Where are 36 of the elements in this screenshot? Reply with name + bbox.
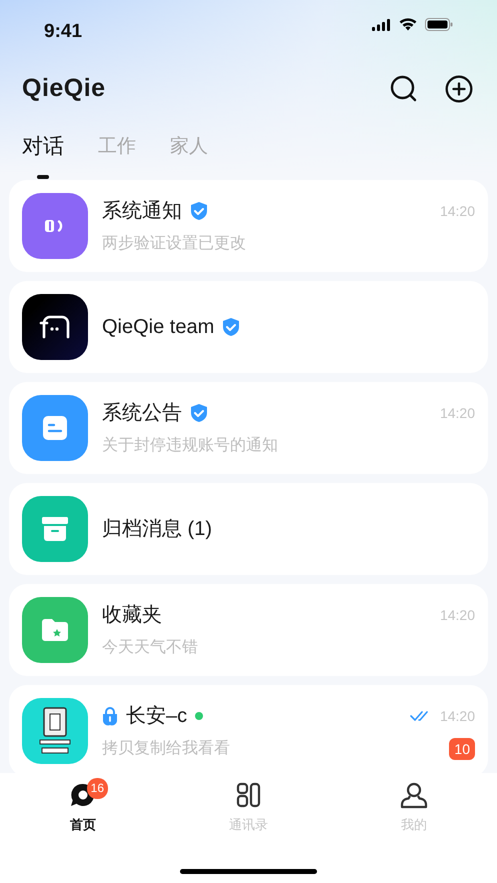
app-logo: QieQie	[22, 73, 106, 104]
conversation-card[interactable]: QieQie team	[9, 281, 488, 373]
message-time: 14:20	[440, 606, 475, 624]
folder-icon	[40, 617, 70, 643]
conversation-title: QieQie team	[102, 315, 214, 340]
document-icon	[42, 415, 68, 441]
status-time: 9:41	[44, 20, 82, 44]
chat-bubble-icon	[39, 315, 71, 339]
conversation-card[interactable]: 长安–c 14:20 拷贝复制给我看看 10	[9, 685, 488, 773]
tab[interactable]: 对话	[22, 124, 64, 180]
badge-count: 16	[86, 778, 108, 799]
conversation-card[interactable]: 系统通知 14:20 两步验证设置已更改	[9, 180, 488, 272]
conversation-title: 收藏夹	[102, 603, 162, 628]
conversation-title: 长安–c	[126, 704, 188, 729]
unread-count: 10	[449, 738, 475, 760]
message-preview: 关于封停违规账号的通知	[102, 436, 278, 456]
conversation-title: 归档消息 (1)	[102, 517, 212, 542]
person-icon	[399, 781, 430, 809]
archive-box-icon	[40, 515, 70, 543]
conversation-title: 系统通知	[102, 199, 182, 224]
search-icon[interactable]	[390, 75, 418, 103]
message-preview: 今天天气不错	[102, 638, 198, 658]
conversation-card[interactable]: 收藏夹 14:20 今天天气不错	[9, 584, 488, 676]
conversation-card[interactable]: 系统公告 14:20 关于封停违规账号的通知	[9, 382, 488, 474]
conversation-title: 系统公告	[102, 401, 182, 426]
signal-icon	[372, 18, 391, 30]
conversation-card[interactable]: 归档消息 (1)	[9, 483, 488, 575]
message-time: 14:20	[440, 202, 475, 220]
battery-icon	[425, 18, 453, 31]
wifi-icon	[399, 18, 417, 31]
message-preview: 两步验证设置已更改	[102, 234, 246, 254]
message-time: 14:20	[440, 404, 475, 422]
nav-tab[interactable]: 首页 16	[0, 781, 166, 834]
message-time: 14:20	[440, 706, 475, 726]
message-preview: 拷贝复制给我看看	[102, 738, 230, 759]
add-icon[interactable]	[445, 75, 473, 103]
